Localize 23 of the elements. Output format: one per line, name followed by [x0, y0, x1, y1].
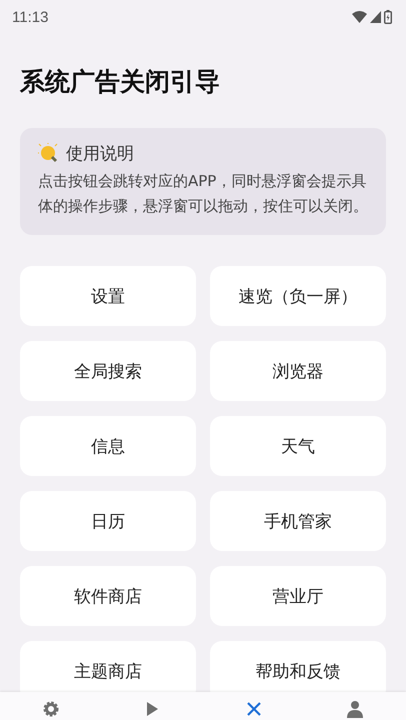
- card-heading: 使用说明: [66, 143, 134, 165]
- app-button[interactable]: 设置: [20, 266, 196, 326]
- signal-icon: [370, 11, 381, 23]
- app-button[interactable]: 速览（负一屏）: [210, 266, 386, 326]
- wifi-icon: [352, 11, 367, 23]
- instruction-text: 点击按钮会跳转对应的APP，同时悬浮窗会提示具体的操作步骤，悬浮窗可以拖动，按住可以关闭。: [38, 171, 369, 217]
- app-button[interactable]: 手机管家: [210, 491, 386, 551]
- app-button[interactable]: 帮助和反馈: [210, 641, 386, 692]
- app-button[interactable]: 全局搜索: [20, 341, 196, 401]
- person-icon[interactable]: [346, 700, 364, 718]
- battery-icon: [384, 10, 392, 24]
- page-title: 系统广告关闭引导: [20, 66, 221, 98]
- app-button[interactable]: 天气: [210, 416, 386, 476]
- status-time: 11:13: [12, 8, 48, 26]
- app-button[interactable]: 主题商店: [20, 641, 196, 692]
- close-icon[interactable]: [244, 700, 263, 718]
- settings-icon[interactable]: [42, 700, 60, 718]
- lightbulb-icon: [38, 142, 60, 164]
- app-button[interactable]: 营业厅: [210, 566, 386, 626]
- app-button[interactable]: 软件商店: [20, 566, 196, 626]
- app-button[interactable]: 信息: [20, 416, 196, 476]
- app-button[interactable]: 日历: [20, 491, 196, 551]
- app-button[interactable]: 浏览器: [210, 341, 386, 401]
